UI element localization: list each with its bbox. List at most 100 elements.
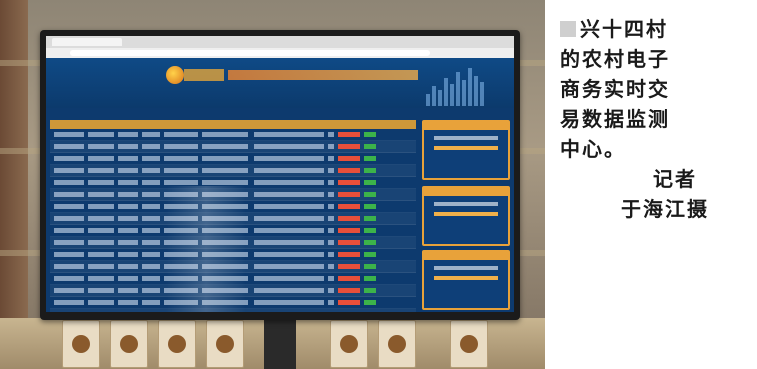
table-cell <box>88 144 114 149</box>
table-cell <box>118 276 138 281</box>
table-cell <box>338 252 360 257</box>
table-row <box>50 141 416 153</box>
table-cell <box>364 180 376 185</box>
table-cell <box>54 168 84 173</box>
mini-chart-bar <box>474 76 478 106</box>
summary-panel <box>422 120 510 180</box>
screen-glare <box>166 186 246 312</box>
table-cell <box>328 180 334 185</box>
table-cell <box>142 144 160 149</box>
table-cell <box>142 156 160 161</box>
product-box <box>110 320 148 368</box>
table-cell <box>364 156 376 161</box>
caption-line: 的农村电子 <box>560 47 670 71</box>
browser-address-bar <box>46 48 514 58</box>
table-cell <box>254 204 324 209</box>
table-cell <box>202 168 248 173</box>
table-cell <box>338 144 360 149</box>
table-cell <box>88 216 114 221</box>
mini-chart-bar <box>456 72 460 106</box>
caption-line: 中心。 <box>560 137 626 161</box>
table-cell <box>54 204 84 209</box>
table-cell <box>364 252 376 257</box>
table-cell <box>142 168 160 173</box>
table-cell <box>142 300 160 305</box>
table-cell <box>118 132 138 137</box>
table-cell <box>142 288 160 293</box>
news-photo <box>0 0 545 369</box>
table-cell <box>338 228 360 233</box>
table-cell <box>118 288 138 293</box>
table-cell <box>338 168 360 173</box>
table-cell <box>202 156 248 161</box>
table-cell <box>118 228 138 233</box>
header-mini-chart <box>426 66 490 106</box>
caption-line: 易数据监测 <box>560 107 670 131</box>
table-cell <box>328 204 334 209</box>
table-cell <box>88 252 114 257</box>
table-cell <box>328 144 334 149</box>
mini-chart-bar <box>426 94 430 106</box>
mini-chart-bar <box>450 84 454 106</box>
table-cell <box>328 264 334 269</box>
table-cell <box>338 216 360 221</box>
table-cell <box>364 300 376 305</box>
table-cell <box>338 180 360 185</box>
table-cell <box>364 132 376 137</box>
table-cell <box>164 144 198 149</box>
table-cell <box>142 240 160 245</box>
table-cell <box>328 192 334 197</box>
dashboard-logo <box>166 66 184 84</box>
table-cell <box>364 144 376 149</box>
product-box <box>62 320 100 368</box>
table-cell <box>54 156 84 161</box>
table-cell <box>142 180 160 185</box>
table-cell <box>254 300 324 305</box>
table-cell <box>164 132 198 137</box>
table-cell <box>254 192 324 197</box>
table-cell <box>338 264 360 269</box>
table-cell <box>254 132 324 137</box>
photo-caption: 兴十四村 的农村电子 商务实时交 易数据监测 中心。 记者 于海江摄 <box>560 14 745 354</box>
table-cell <box>254 180 324 185</box>
table-cell <box>54 180 84 185</box>
table-cell <box>54 216 84 221</box>
table-cell <box>118 300 138 305</box>
table-row <box>50 129 416 141</box>
table-cell <box>142 252 160 257</box>
table-cell <box>54 144 84 149</box>
table-cell <box>328 252 334 257</box>
table-cell <box>338 204 360 209</box>
caption-line: 商务实时交 <box>560 77 670 101</box>
table-cell <box>338 288 360 293</box>
dashboard-logo-text <box>184 69 224 81</box>
browser-tab <box>52 38 122 46</box>
table-cell <box>254 240 324 245</box>
table-cell <box>88 276 114 281</box>
table-cell <box>118 216 138 221</box>
table-cell <box>88 132 114 137</box>
mini-chart-bar <box>444 78 448 106</box>
table-cell <box>164 180 198 185</box>
table-cell <box>364 240 376 245</box>
table-cell <box>202 132 248 137</box>
table-cell <box>328 288 334 293</box>
table-cell <box>164 168 198 173</box>
table-cell <box>54 264 84 269</box>
table-cell <box>118 192 138 197</box>
table-cell <box>202 144 248 149</box>
table-cell <box>254 168 324 173</box>
table-cell <box>118 240 138 245</box>
table-cell <box>328 276 334 281</box>
table-cell <box>88 168 114 173</box>
table-cell <box>364 288 376 293</box>
product-box <box>378 320 416 368</box>
table-cell <box>88 288 114 293</box>
table-cell <box>118 264 138 269</box>
tv-stand <box>264 318 296 369</box>
tv-monitor <box>40 30 520 320</box>
table-cell <box>118 168 138 173</box>
url-field <box>70 50 430 56</box>
table-cell <box>254 216 324 221</box>
wooden-wall <box>0 0 28 369</box>
